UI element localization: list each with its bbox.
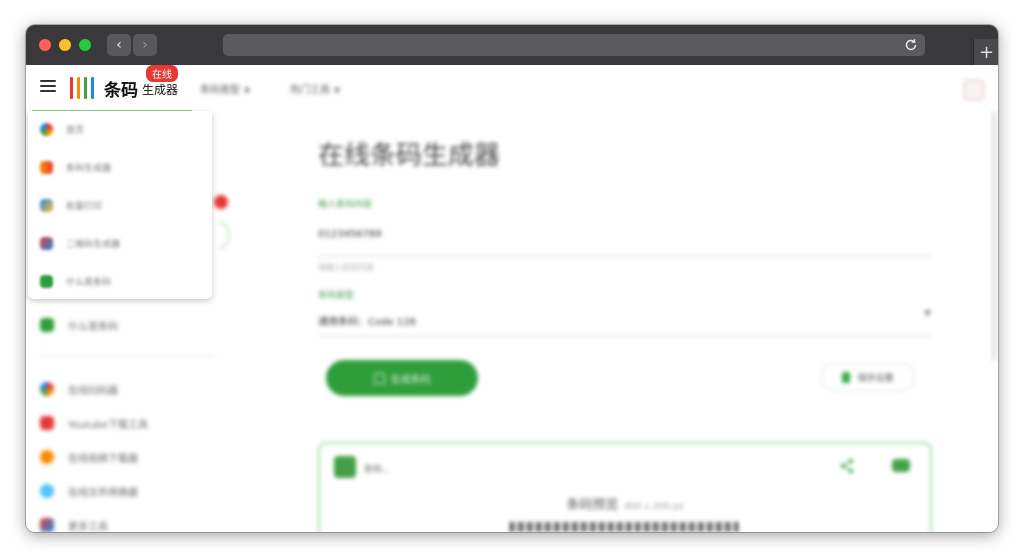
google-color-icon (40, 382, 54, 396)
nav-item-barcode-types[interactable]: 条码类型 ▼ (200, 81, 250, 96)
leaf-green-icon (40, 318, 54, 332)
barcode-input[interactable]: 0123456789 (318, 229, 382, 240)
menu-item-qr-generator[interactable]: 二维码生成器 (40, 235, 120, 251)
new-tab-button[interactable]: + (973, 39, 998, 65)
sidebar-item-what-is-barcode[interactable]: 什么是条码 (40, 317, 118, 333)
back-button[interactable]: ‹ (107, 34, 131, 56)
menu-item-batch-print[interactable]: 批量打印 (40, 197, 102, 213)
barcode-result-card: 条码... 条码预览 400 x 200 px (318, 442, 932, 532)
barcode-image (510, 522, 740, 532)
chevron-left-icon: ‹ (116, 37, 122, 53)
sidebar-item-video-downloader[interactable]: 在线视频下载器 (40, 449, 138, 465)
barcode-input-label: 输入条码内容 (318, 200, 373, 210)
menu-item-what-is-barcode[interactable]: 什么是条码 (40, 273, 111, 289)
menu-item-home[interactable]: 首页 (40, 121, 84, 137)
chevron-down-icon[interactable]: ▼ (924, 309, 931, 319)
orange-circle-icon (40, 450, 54, 464)
browser-titlebar: ‹ › + (26, 25, 998, 65)
save-icon (842, 371, 851, 383)
barcode-result-icon (334, 456, 356, 478)
nav-item-popular-tools[interactable]: 热门工具 ▼ (290, 81, 340, 96)
sidebar-item-more-tools[interactable]: 更多工具 (40, 517, 108, 532)
reload-icon[interactable] (903, 37, 919, 53)
multi-color-icon (40, 518, 54, 532)
preview-title: 条码预览 400 x 200 px (566, 498, 684, 513)
google-color-icon (40, 122, 53, 136)
barcode-type-label: 条码类型 (318, 291, 355, 301)
camera-icon[interactable] (892, 459, 910, 472)
header-action-icon[interactable] (964, 80, 984, 100)
sidebar-item-scanner[interactable]: 在线扫码器 (40, 381, 118, 397)
sidebar-item-youtube-downloader[interactable]: Youtube下载工具 (40, 415, 148, 431)
share-icon[interactable] (838, 457, 856, 475)
youtube-red-icon (40, 416, 54, 430)
plus-icon: + (978, 41, 995, 63)
page-scrollbar[interactable] (992, 111, 996, 361)
barcode-type-select[interactable]: 通用条码：Code 128 (318, 313, 416, 328)
qr-color-icon (40, 236, 53, 250)
nav-dropdown-menu: 首页 条码生成器 批量打印 二维码生成器 什么是条码 (28, 111, 212, 299)
barcode-color-icon (40, 160, 53, 174)
grid-color-icon (40, 198, 53, 212)
close-window-button[interactable] (39, 39, 51, 51)
sidebar-divider (40, 355, 215, 356)
generate-barcode-button[interactable]: 生成条码 (326, 360, 478, 396)
browser-window: ‹ › + 条码 生成器 在线 条码类型 ▼ 热门工具 ▼ 什么是条码 在线扫码… (26, 25, 998, 532)
chevron-right-icon: › (142, 37, 148, 53)
preview-size: 400 x 200 px (624, 502, 684, 512)
generate-icon (373, 372, 385, 384)
sidebar-item-file-converter[interactable]: 在线文件转换器 (40, 483, 138, 499)
leaf-green-icon (40, 274, 53, 288)
result-status: 条码... (364, 465, 391, 475)
sidebar-accent (218, 222, 229, 248)
globe-blue-icon (40, 484, 54, 498)
chevron-down-icon: ▼ (244, 86, 251, 95)
notification-dot (214, 195, 228, 209)
select-underline (318, 335, 933, 336)
chevron-down-icon: ▼ (334, 86, 341, 95)
save-settings-button[interactable]: 保存设置 (821, 363, 915, 391)
web-page: 条码 生成器 在线 条码类型 ▼ 热门工具 ▼ 什么是条码 在线扫码器 Yout… (26, 65, 998, 532)
barcode-input-hint: 请输入条码内容 (318, 263, 374, 272)
minimize-window-button[interactable] (59, 39, 71, 51)
maximize-window-button[interactable] (79, 39, 91, 51)
menu-item-barcode-generator[interactable]: 条码生成器 (40, 159, 111, 175)
forward-button[interactable]: › (133, 34, 157, 56)
page-title: 在线条码生成器 (318, 141, 501, 171)
input-underline (318, 256, 933, 257)
address-bar[interactable] (223, 34, 925, 56)
